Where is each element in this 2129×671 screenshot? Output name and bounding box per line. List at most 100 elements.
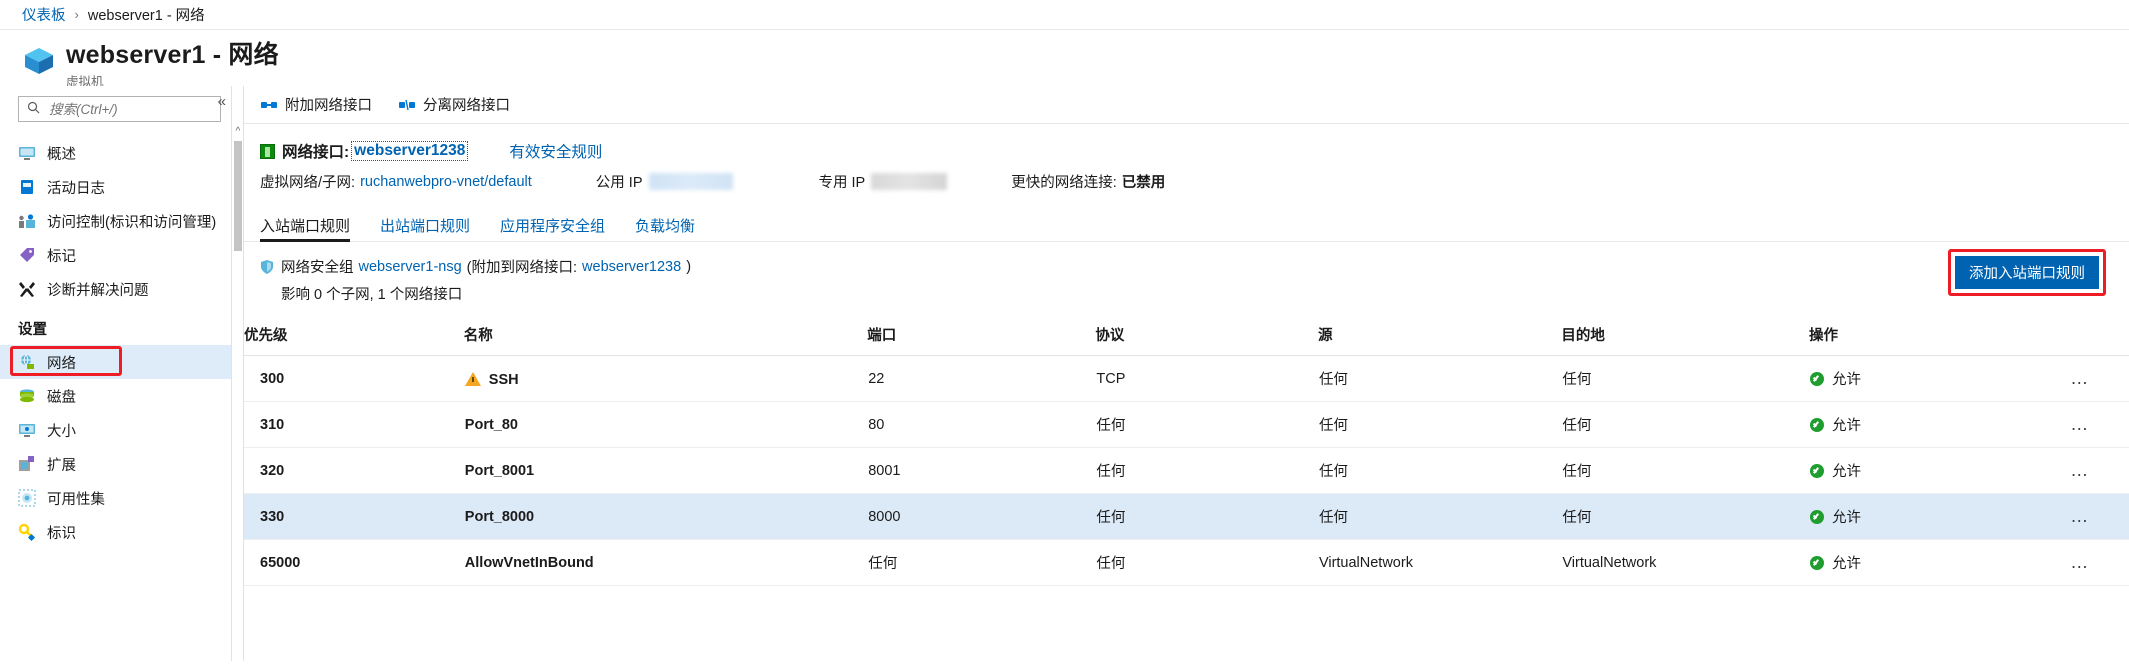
search-icon [27, 101, 40, 118]
nsg-info: 网络安全组 webserver1-nsg (附加到网络接口: webserver… [260, 256, 1955, 304]
cell-name: Port_8001 [463, 447, 868, 494]
network-interface-icon [260, 143, 275, 159]
shield-icon [260, 259, 274, 275]
rules-tabs: 入站端口规则 出站端口规则 应用程序安全组 负载均衡 [260, 212, 2129, 242]
effective-security-rules-link[interactable]: 有效安全规则 [509, 140, 602, 162]
detach-network-interface-label: 分离网络接口 [423, 98, 510, 114]
cell-row-menu[interactable]: … [2031, 447, 2129, 494]
networking-icon [18, 353, 36, 371]
nsg-attached-suffix: ) [686, 258, 692, 275]
tab-load-balancing[interactable]: 负载均衡 [635, 215, 695, 242]
public-ip-value-redacted [648, 173, 733, 190]
attach-network-interface-label: 附加网络接口 [285, 98, 372, 114]
search-input[interactable] [47, 100, 220, 118]
sidebar-item-size[interactable]: 大小 [0, 413, 231, 447]
column-header-priority: 优先级 [244, 318, 464, 356]
detach-network-interface-button[interactable]: 分离网络接口 [398, 94, 510, 115]
nsg-attached-nic-link[interactable]: webserver1238 [582, 259, 681, 275]
cell-protocol: 任何 [1095, 493, 1318, 540]
nsg-name-link[interactable]: webserver1-nsg [359, 259, 462, 275]
sidebar-item-label: 磁盘 [47, 389, 76, 406]
cell-action-text: 允许 [1831, 464, 1861, 480]
cell-name: SSH [463, 355, 868, 402]
sidebar-item-networking[interactable]: 网络 [0, 345, 231, 379]
virtual-machine-icon [22, 44, 56, 78]
breadcrumb-root[interactable]: 仪表板 [22, 4, 66, 25]
sidebar-item-identity[interactable]: 标识 [0, 515, 231, 549]
sidebar-item-label: 诊断并解决问题 [47, 282, 149, 299]
sidebar-item-label: 标识 [47, 525, 76, 542]
cell-row-menu[interactable]: … [2031, 493, 2129, 540]
page-header: webserver1 - 网络 虚拟机 [0, 30, 2129, 89]
collapse-sidebar-icon[interactable]: « [218, 94, 226, 109]
nsg-summary-row: 网络安全组 webserver1-nsg (附加到网络接口: webserver… [244, 242, 2129, 304]
nic-name-link[interactable]: webserver1238 [351, 141, 469, 161]
table-row[interactable]: 300 SSH 22 TCP 任何 任何 允许 … [244, 355, 2129, 402]
nsg-prefix-label: 网络安全组 [281, 260, 354, 276]
sidebar-item-access-control[interactable]: 访问控制(标识和访问管理) [0, 204, 231, 238]
row-context-menu-icon[interactable]: … [2070, 506, 2090, 526]
overview-icon [18, 144, 36, 162]
sidebar-item-extensions[interactable]: 扩展 [0, 447, 231, 481]
vnet-subnet-label: 虚拟网络/子网: [260, 175, 356, 191]
column-header-name: 名称 [463, 318, 868, 356]
sidebar-item-activity-log[interactable]: 活动日志 [0, 170, 231, 204]
private-ip-label: 专用 IP [818, 175, 866, 191]
cell-protocol: 任何 [1095, 447, 1318, 494]
table-row[interactable]: 330 Port_8000 8000 任何 任何 任何 允许 … [244, 493, 2129, 540]
cell-row-menu[interactable]: … [2031, 401, 2129, 448]
table-row[interactable]: 320 Port_8001 8001 任何 任何 任何 允许 … [244, 447, 2129, 494]
nic-details-row: 虚拟网络/子网: ruchanwebpro-vnet/default 公用 IP… [260, 171, 2129, 192]
cell-source: 任何 [1317, 447, 1562, 494]
allow-check-icon [1809, 555, 1824, 570]
attach-network-interface-button[interactable]: 附加网络接口 [260, 94, 372, 115]
row-context-menu-icon[interactable]: … [2070, 368, 2090, 388]
column-header-action: 操作 [1808, 318, 2032, 356]
tab-label: 应用程序安全组 [500, 218, 606, 235]
tab-outbound-port-rules[interactable]: 出站端口规则 [380, 215, 470, 242]
sidebar-item-label: 概述 [47, 146, 76, 163]
sidebar-item-tags[interactable]: 标记 [0, 238, 231, 272]
cell-row-menu[interactable]: … [2031, 539, 2129, 586]
cell-source: 任何 [1317, 355, 1562, 402]
cell-protocol: TCP [1095, 355, 1318, 402]
extensions-icon [18, 455, 36, 473]
add-inbound-port-rule-button[interactable]: 添加入站端口规则 [1955, 256, 2099, 289]
cell-name-text: SSH [488, 371, 519, 388]
nic-header-row: 网络接口: webserver1238 有效安全规则 [260, 140, 2129, 162]
row-context-menu-icon[interactable]: … [2070, 552, 2090, 572]
nsg-title-row: 网络安全组 webserver1-nsg (附加到网络接口: webserver… [260, 256, 1955, 277]
add-inbound-rule-wrapper: 添加入站端口规则 [1948, 249, 2106, 296]
search-input-wrapper[interactable] [18, 96, 221, 122]
private-ip-value-redacted [871, 173, 948, 190]
sidebar-item-overview[interactable]: 概述 [0, 136, 231, 170]
panel-splitter[interactable]: ^ [232, 86, 244, 661]
vnet-subnet-link[interactable]: ruchanwebpro-vnet/default [360, 174, 532, 190]
sidebar-item-label: 访问控制(标识和访问管理) [47, 214, 217, 231]
cell-source: 任何 [1317, 401, 1562, 448]
splitter-grip[interactable] [234, 141, 242, 251]
cell-priority: 310 [244, 401, 464, 448]
column-header-menu [2031, 318, 2129, 356]
row-context-menu-icon[interactable]: … [2070, 414, 2090, 434]
row-context-menu-icon[interactable]: … [2070, 460, 2090, 480]
page-title: webserver1 - 网络 [66, 41, 279, 69]
tab-inbound-port-rules[interactable]: 入站端口规则 [260, 215, 351, 242]
cell-priority: 65000 [244, 539, 464, 586]
tab-application-security-groups[interactable]: 应用程序安全组 [500, 215, 605, 242]
command-toolbar: 附加网络接口 分离网络接口 [244, 86, 2129, 124]
table-row[interactable]: 65000 AllowVnetInBound 任何 任何 VirtualNetw… [244, 539, 2129, 586]
sidebar-item-availability-set[interactable]: 可用性集 [0, 481, 231, 515]
cell-destination: 任何 [1561, 447, 1809, 494]
network-interface-panel: 网络接口: webserver1238 有效安全规则 虚拟网络/子网: ruch… [244, 124, 2129, 192]
column-header-port: 端口 [867, 318, 1096, 356]
sidebar-item-troubleshoot[interactable]: 诊断并解决问题 [0, 272, 231, 306]
cell-action: 允许 [1808, 401, 2032, 448]
cell-row-menu[interactable]: … [2031, 355, 2129, 402]
disk-icon [18, 387, 36, 405]
inbound-rules-table: 优先级 名称 端口 协议 源 目的地 操作 300 SSH 22 TCP 任何 … [244, 318, 2129, 586]
sidebar-item-disks[interactable]: 磁盘 [0, 379, 231, 413]
table-row[interactable]: 310 Port_80 80 任何 任何 任何 允许 … [244, 401, 2129, 448]
tab-label: 出站端口规则 [380, 218, 471, 235]
cell-port: 80 [867, 401, 1096, 448]
